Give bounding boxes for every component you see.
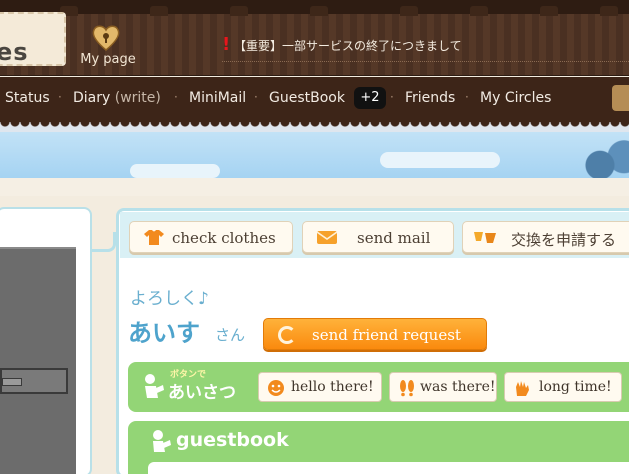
- long-time-button[interactable]: long time!: [504, 372, 622, 402]
- nav-friends[interactable]: Friends: [405, 90, 455, 106]
- sky-banner: [0, 132, 629, 182]
- exchange-label: 交換を申請する: [511, 231, 617, 249]
- smile-icon: [268, 380, 284, 396]
- exchange-request-button[interactable]: 交換を申請する: [462, 221, 629, 253]
- greeting-title: ボタンで あいさつ: [142, 367, 246, 407]
- greeting-title-big: あいさつ: [168, 383, 236, 403]
- nav-separator: ·: [254, 90, 258, 104]
- refresh-icon: [278, 326, 296, 344]
- main-nav: Status · Diary (write) · MiniMail · Gues…: [0, 77, 629, 125]
- notice-text[interactable]: 【重要】一部サービスの終了につきまして: [234, 37, 462, 54]
- guestbook-badge[interactable]: +2: [354, 87, 386, 109]
- site-logo[interactable]: es: [0, 12, 66, 66]
- profile-greeting: よろしく♪: [130, 289, 209, 309]
- exclamation-icon: !: [222, 34, 231, 55]
- nav-diary[interactable]: Diary (write): [73, 90, 161, 106]
- lace-divider: [0, 122, 629, 132]
- waving-hand-icon: [516, 381, 529, 396]
- header-silhouette: [0, 0, 629, 16]
- profile-honorific: さん: [215, 326, 246, 344]
- profile-username: あいす: [128, 319, 200, 347]
- send-mail-label: send mail: [357, 229, 431, 247]
- nav-separator: ·: [58, 90, 62, 104]
- hello-there-button[interactable]: hello there!: [258, 372, 382, 402]
- bag-icon[interactable]: [612, 85, 629, 111]
- mypage-label: My page: [80, 52, 136, 67]
- friend-request-label: send friend request: [312, 326, 461, 344]
- room-shelf: [0, 368, 68, 394]
- avatar-room: [0, 247, 76, 474]
- nav-separator: ·: [174, 90, 178, 104]
- nav-status[interactable]: Status: [5, 90, 50, 106]
- exchange-icon: [474, 232, 496, 243]
- hello-there-label: hello there!: [291, 379, 374, 395]
- mypage-link[interactable]: My page: [76, 22, 140, 70]
- thumbs-up-icon: [153, 430, 171, 452]
- nav-minimail[interactable]: MiniMail: [189, 90, 246, 106]
- nav-diary-label: Diary: [73, 90, 111, 106]
- nav-separator: ·: [465, 90, 469, 104]
- cream-strip: [0, 178, 629, 196]
- check-clothes-button[interactable]: check clothes: [129, 221, 293, 253]
- important-notice[interactable]: ! 【重要】一部サービスの終了につきまして: [222, 34, 629, 62]
- send-friend-request-button[interactable]: send friend request: [263, 318, 487, 350]
- tree-decoration: [582, 140, 629, 182]
- envelope-icon: [317, 231, 337, 244]
- check-clothes-label: check clothes: [172, 229, 276, 247]
- send-mail-button[interactable]: send mail: [302, 221, 454, 253]
- guestbook-title-label: guestbook: [176, 429, 289, 451]
- heart-lock-icon: [92, 25, 120, 51]
- site-logo-text: es: [0, 38, 29, 66]
- guestbook-entries: [148, 462, 629, 474]
- nav-guestbook[interactable]: GuestBook: [269, 90, 345, 106]
- thumbs-up-icon: [145, 374, 164, 398]
- panel-connector: [92, 232, 116, 252]
- was-there-button[interactable]: was there!: [389, 372, 497, 402]
- long-time-label: long time!: [539, 379, 612, 395]
- nav-my-circles[interactable]: My Circles: [480, 90, 551, 106]
- nav-separator: ·: [390, 90, 394, 104]
- was-there-label: was there!: [420, 379, 496, 395]
- nav-diary-write[interactable]: (write): [115, 90, 161, 106]
- shirt-icon: [144, 230, 164, 245]
- footprints-icon: [400, 380, 414, 397]
